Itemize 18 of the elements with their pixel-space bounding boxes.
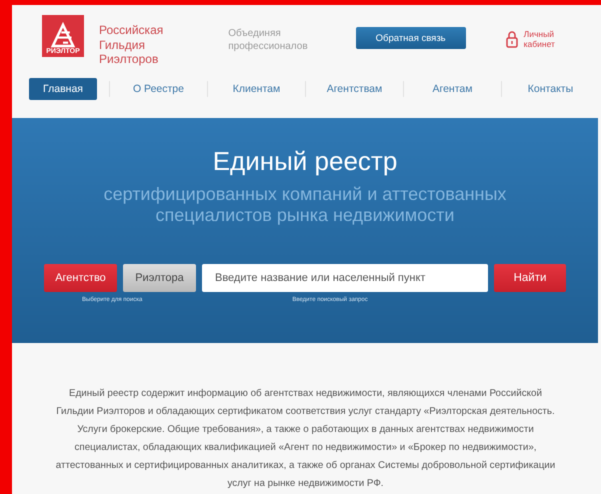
search-type-button[interactable]: Риэлтора (123, 264, 196, 292)
nav-tab[interactable]: О Реестре (110, 78, 207, 100)
nav-tab[interactable]: Клиентам (208, 78, 305, 100)
search-field[interactable]: Введите название или населенный пункт (202, 264, 488, 292)
tagline: Объединяя профессионалов (228, 27, 308, 53)
search-type-button[interactable]: Агентство (44, 264, 117, 292)
hero-subtitle: сертифицированных компаний и аттестованных специалистов рынка недвижимости (104, 184, 506, 226)
feedback-button[interactable]: Обратная связь (356, 27, 466, 49)
nav-tab[interactable]: Контакты (502, 78, 599, 100)
nav-tab[interactable]: Главная (29, 78, 97, 100)
nav-tab[interactable]: Агентствам (306, 78, 403, 100)
lock-icon[interactable] (506, 30, 518, 48)
find-button[interactable]: Найти (494, 264, 566, 292)
hero-title: Единый реестр (212, 146, 398, 176)
account-link[interactable]: Личный кабинет (524, 29, 555, 49)
brand-name: Российская Гильдия Риэлторов (99, 23, 164, 66)
registry-description: Единый реестр содержит информацию об агентствах недвижимости, являющихся членами Российской Гильдии Риэлторов и обладающих сертификатом соответствия услуг стандарту «Риэлторская деятельность. Услуги брокерские. Общие требования», а также о работающих в данных агентствах недвижимости специалистах, обладающих квалификацией «Агент по недвижимости» и «Брокер по недвижимости», аттестованных и сертифицированных аналитиках, а также об органах Системы добровольной сертификации услуг на рынке недвижимости РФ. (54, 387, 556, 491)
nav-tab[interactable]: Агентам (404, 78, 501, 100)
